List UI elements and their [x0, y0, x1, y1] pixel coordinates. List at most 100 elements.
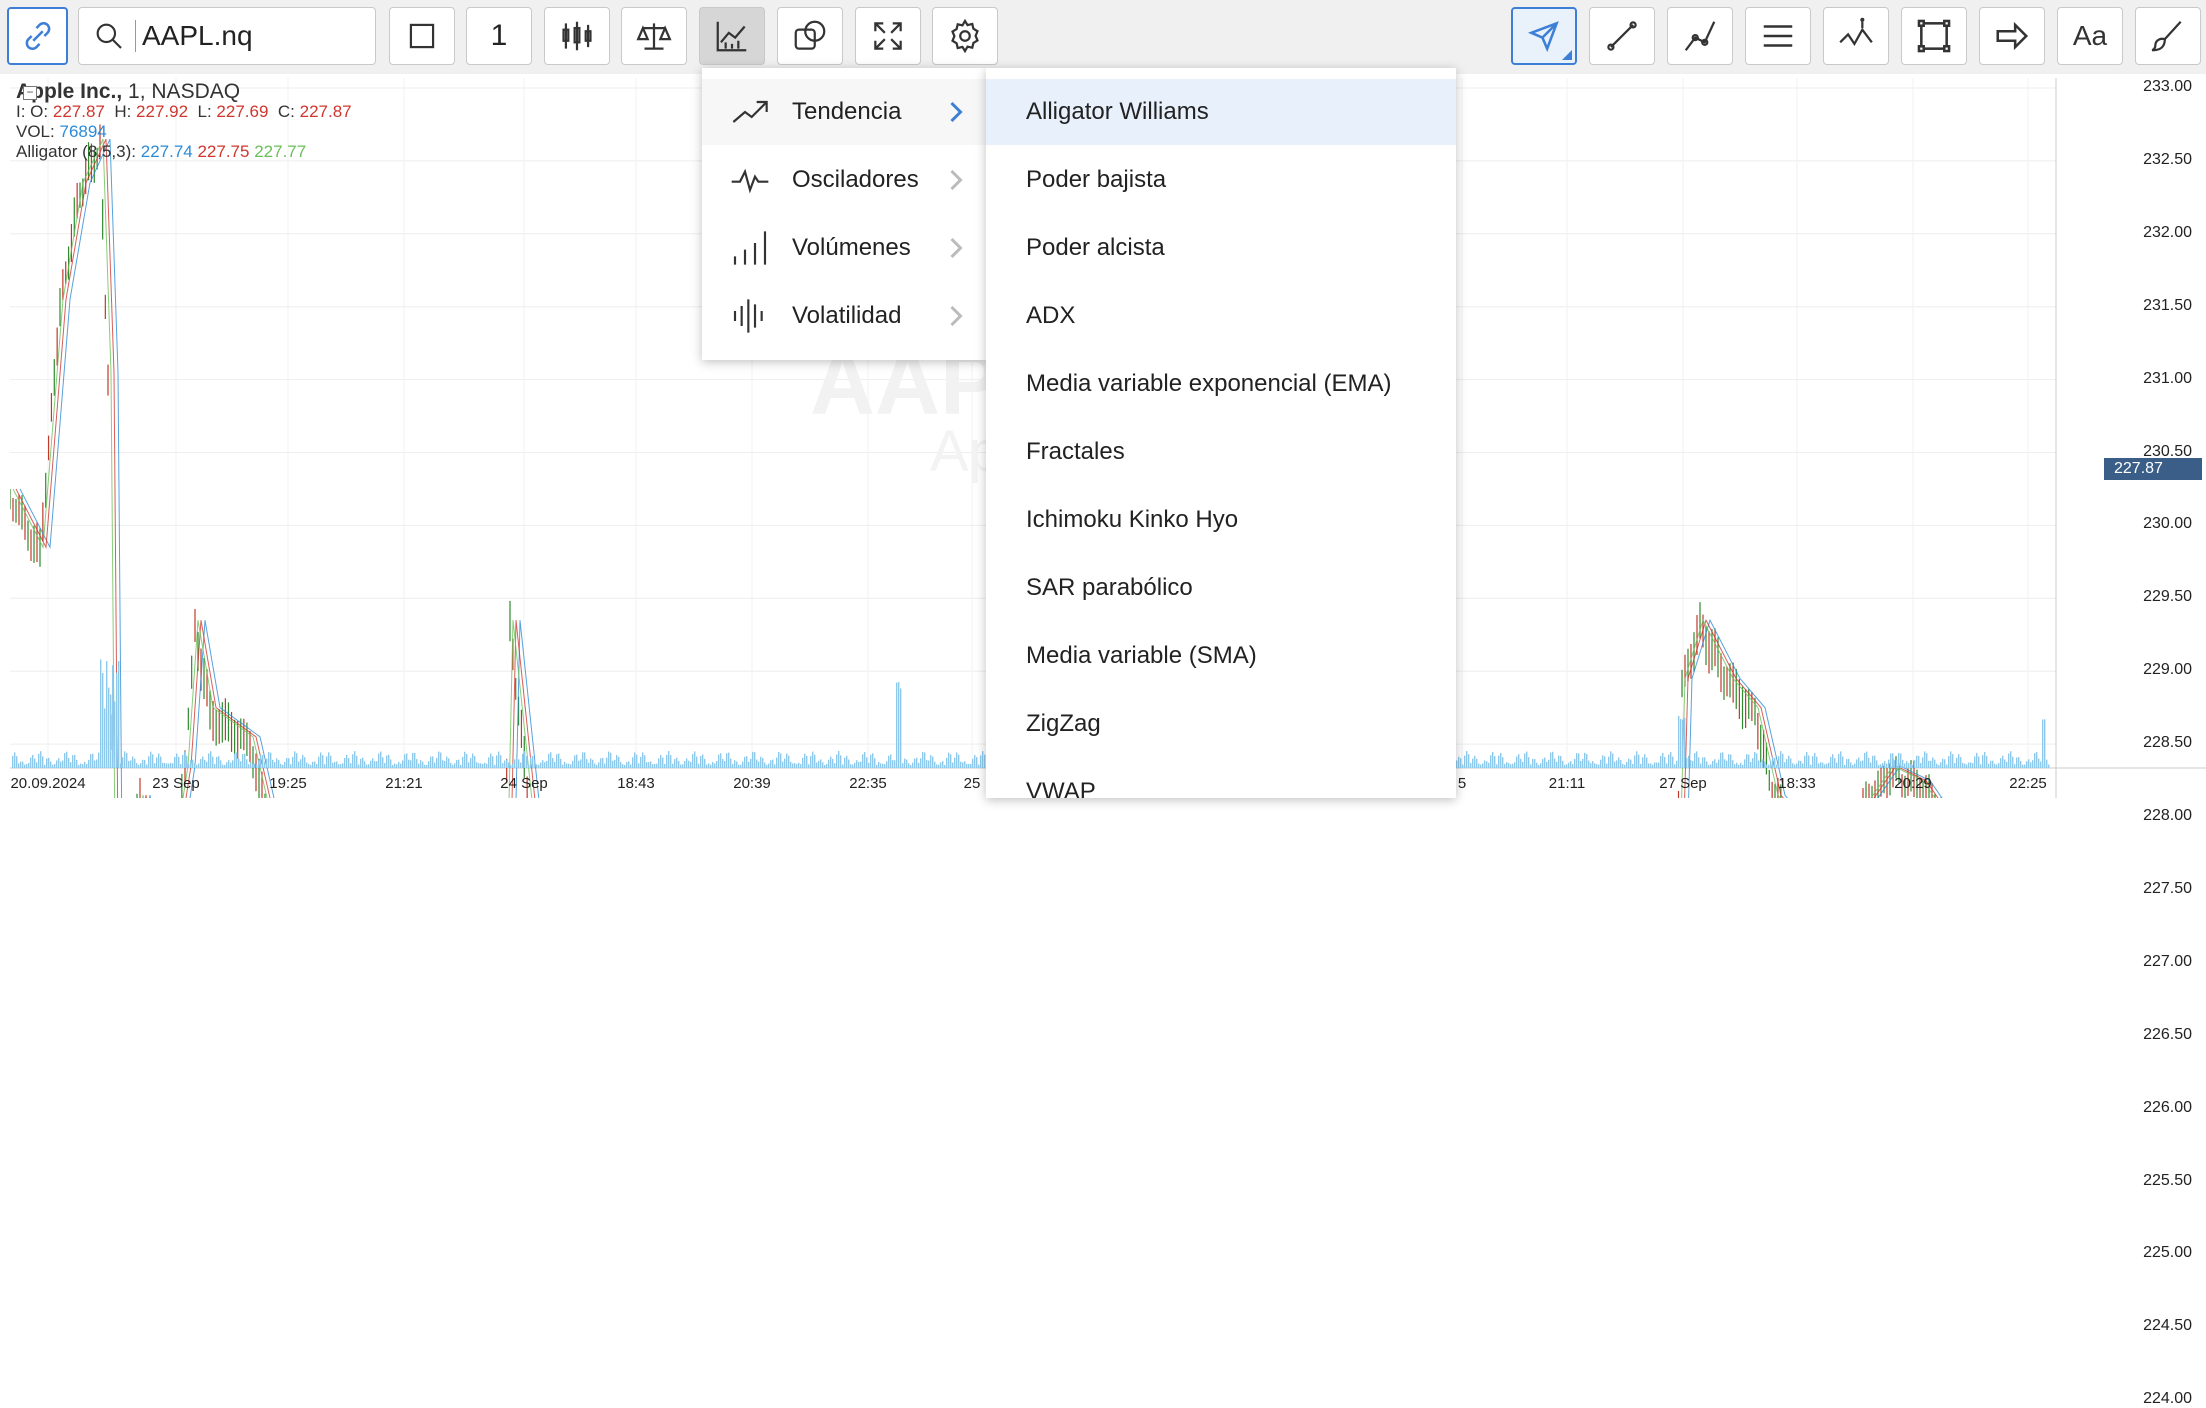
indicator-item[interactable]: Alligator Williams: [986, 79, 1456, 145]
interval-button[interactable]: 1: [466, 7, 532, 65]
volume-bar: [556, 754, 558, 768]
volume-bar: [1970, 762, 1972, 768]
price-tick-label: 224.00: [2143, 1390, 2192, 1408]
volume-bar: [1920, 762, 1922, 768]
volume-bar: [644, 755, 646, 768]
volume-bar: [1578, 753, 1580, 768]
volume-bar: [102, 672, 104, 768]
time-tick-label: 27 Sep: [1659, 775, 1707, 792]
volume-bar: [956, 752, 958, 768]
volume-bar: [1746, 754, 1748, 768]
volume-bar: [272, 759, 274, 768]
volume-bar: [306, 762, 308, 768]
indicator-item[interactable]: ZigZag: [986, 691, 1456, 757]
volume-bar: [330, 755, 332, 768]
volume-bar: [206, 761, 208, 768]
volume-bar: [1986, 756, 1988, 768]
category-item-oscillators[interactable]: Osciladores: [702, 147, 986, 213]
volume-bar: [1496, 764, 1498, 768]
shapes-button[interactable]: [777, 7, 843, 65]
text-tool-button[interactable]: Aa: [2057, 7, 2123, 65]
volume-bar: [1758, 760, 1760, 768]
volume-bar: [168, 763, 170, 768]
info-line-tool-button[interactable]: [1823, 7, 1889, 65]
category-item-trend[interactable]: Tendencia: [702, 79, 986, 145]
volume-bar: [1610, 751, 1612, 768]
volume-bar: [1646, 757, 1648, 768]
volume-bar: [1934, 759, 1936, 768]
volume-bar: [846, 755, 848, 768]
indicator-item[interactable]: ADX: [986, 283, 1456, 349]
indicator-item[interactable]: VWAP: [986, 759, 1456, 798]
volume-bar: [1890, 753, 1892, 768]
candles-button[interactable]: [544, 7, 610, 65]
volume-bar: [1570, 761, 1572, 768]
volume-bar: [1768, 764, 1770, 768]
volume-bar: [554, 762, 556, 768]
cursor-tool-button[interactable]: [1511, 7, 1577, 65]
indicator-item[interactable]: Fractales: [986, 419, 1456, 485]
volume-bar: [530, 757, 532, 768]
indicator-item[interactable]: SAR parabólico: [986, 555, 1456, 621]
volume-bar: [1522, 761, 1524, 768]
volume-bar: [620, 762, 622, 768]
volume-bar: [1722, 752, 1724, 768]
volume-bar: [1940, 762, 1942, 768]
volume-bar: [482, 763, 484, 768]
category-item-volatility[interactable]: Volatilidad: [702, 283, 986, 349]
volume-bar: [1834, 758, 1836, 768]
volume-bar: [1908, 763, 1910, 768]
symbol-search-input[interactable]: AAPL.nq: [78, 7, 376, 65]
volume-bar: [226, 762, 228, 768]
volume-bar: [552, 758, 554, 768]
volume-bar: [58, 758, 60, 768]
volume-bar: [1844, 764, 1846, 768]
category-item-volumes[interactable]: Volúmenes: [702, 215, 986, 281]
trend-line-tool-button[interactable]: [1589, 7, 1655, 65]
volume-bar: [32, 754, 34, 768]
volume-bar: [266, 758, 268, 768]
volume-bar: [1752, 758, 1754, 768]
chart-style-button[interactable]: [389, 7, 455, 65]
volume-bar: [442, 760, 444, 768]
indicator-item[interactable]: Poder alcista: [986, 215, 1456, 281]
path-tool-button[interactable]: [1667, 7, 1733, 65]
volume-bar: [772, 759, 774, 768]
indicators-button[interactable]: [699, 7, 765, 65]
time-tick-label: 24 Sep: [500, 775, 548, 792]
settings-button[interactable]: [932, 7, 998, 65]
compare-button[interactable]: [621, 7, 687, 65]
volume-bar: [726, 753, 728, 768]
fullscreen-button[interactable]: [855, 7, 921, 65]
volume-bar: [590, 758, 592, 768]
volume-bar: [592, 759, 594, 768]
ohlc-open-label: I: O:: [16, 102, 49, 121]
volume-bar: [676, 757, 678, 768]
volume-bar: [588, 762, 590, 768]
volume-bar: [1874, 755, 1876, 768]
volume-bar: [488, 757, 490, 768]
volume-bar: [1514, 762, 1516, 768]
indicator-item[interactable]: Poder bajista: [986, 147, 1456, 213]
legend-collapse-toggle[interactable]: −: [23, 86, 37, 100]
volume-bar: [1538, 764, 1540, 768]
link-button[interactable]: [7, 7, 68, 65]
volume-bar: [1476, 758, 1478, 768]
rectangle-tool-button[interactable]: [1901, 7, 1967, 65]
indicator-item[interactable]: Media variable exponencial (EMA): [986, 351, 1456, 417]
brush-tool-button[interactable]: [2135, 7, 2201, 65]
volume-bar: [414, 752, 416, 768]
volume-bar: [718, 754, 720, 768]
volume-bar: [782, 761, 784, 768]
volume-bar: [1588, 760, 1590, 768]
indicator-item[interactable]: Ichimoku Kinko Hyo: [986, 487, 1456, 553]
time-tick-label: 21:21: [385, 775, 423, 792]
indicator-item[interactable]: Media variable (SMA): [986, 623, 1456, 689]
horizontal-lines-tool-button[interactable]: [1745, 7, 1811, 65]
volume-bar: [924, 752, 926, 768]
volume-bar: [828, 759, 830, 768]
arrow-tool-button[interactable]: [1979, 7, 2045, 65]
volume-bar: [278, 760, 280, 768]
volume-bar: [352, 754, 354, 768]
alligator-line: [1681, 618, 1936, 798]
